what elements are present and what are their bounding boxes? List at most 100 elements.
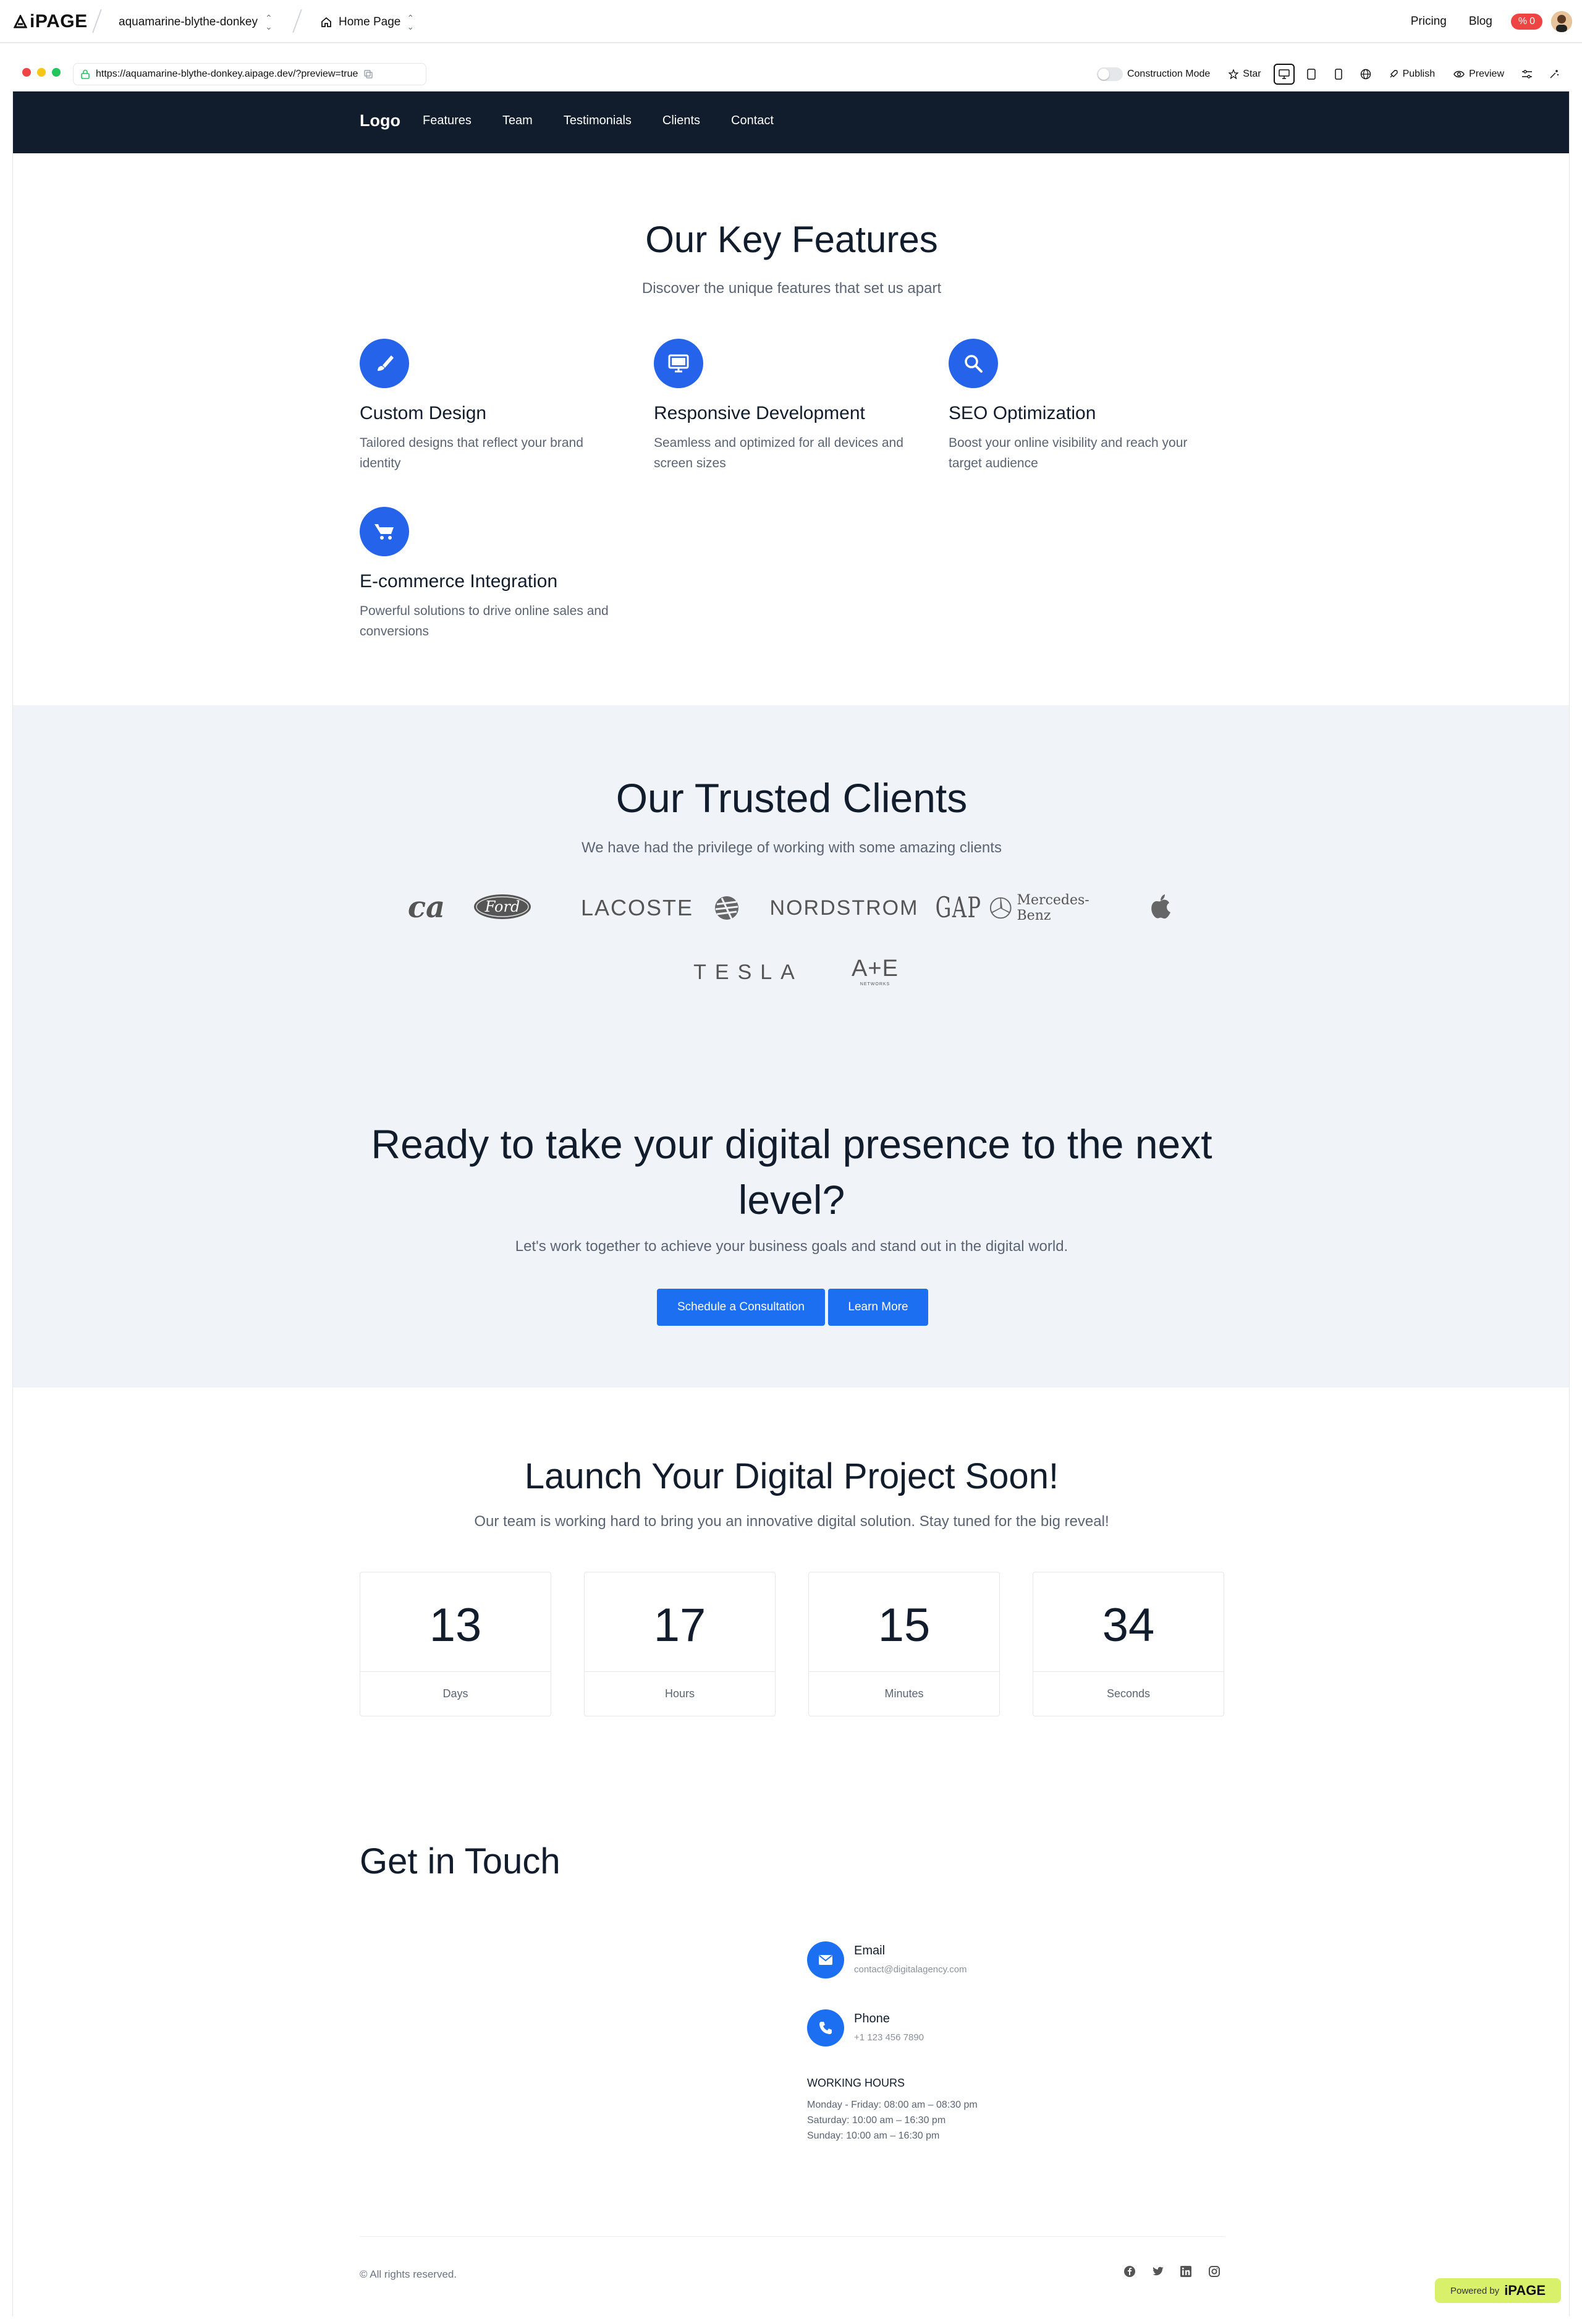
search-icon (949, 339, 998, 388)
countdown-label: Hours (664, 1687, 695, 1700)
feature-title: Custom Design (360, 403, 487, 423)
nav-contact[interactable]: Contact (731, 114, 774, 128)
learn-more-button[interactable]: Learn More (828, 1289, 928, 1326)
blog-link[interactable]: Blog (1469, 15, 1492, 28)
twitter-icon[interactable] (1150, 2263, 1166, 2279)
app-logo[interactable]: iPAGE (14, 11, 88, 32)
site-navbar: Logo Features Team Testimonials Clients … (13, 91, 1569, 153)
facebook-icon[interactable] (1122, 2263, 1138, 2279)
url-text: https://aquamarine-blythe-donkey.aipage.… (96, 69, 358, 79)
preview-button[interactable]: Preview (1447, 64, 1510, 85)
aipage-logo-icon (14, 15, 27, 28)
feature-title: E-commerce Integration (360, 571, 558, 592)
site-logo[interactable]: Logo (360, 111, 400, 130)
credits-count: 0 (1529, 16, 1535, 27)
client-logo-gap: GAP (935, 891, 982, 924)
contact-email: Email contact@digitalagency.com (807, 1941, 967, 1978)
client-logo-tesla: TESLA (693, 960, 803, 984)
nav-team[interactable]: Team (502, 114, 533, 128)
publish-button[interactable]: Publish (1382, 64, 1441, 85)
star-icon (1229, 69, 1239, 79)
schedule-consultation-button[interactable]: Schedule a Consultation (657, 1289, 825, 1326)
paintbrush-icon (360, 339, 409, 388)
page-name: Home Page (339, 15, 401, 28)
email-value[interactable]: contact@digitalagency.com (854, 1964, 967, 1975)
phone-icon (807, 2009, 844, 2046)
client-logo-ca: ca (407, 890, 446, 925)
features-title: Our Key Features (645, 219, 938, 260)
app-logo-text: iPAGE (30, 11, 88, 32)
svg-text:Ford: Ford (484, 898, 520, 915)
hours-sunday: Sunday: 10:00 am – 16:30 pm (807, 2131, 940, 2141)
window-close-dot[interactable] (22, 68, 31, 77)
phone-value[interactable]: +1 123 456 7890 (854, 2032, 924, 2043)
cta-title: Ready to take your digital presence to t… (371, 1121, 1212, 1223)
contact-title: Get in Touch (360, 1841, 560, 1881)
percent-icon: % (1518, 16, 1528, 27)
launch-subtitle: Our team is working hard to bring you an… (474, 1513, 1109, 1530)
project-selector[interactable]: aquamarine-blythe-donkey ⌃ ⌄ (119, 14, 273, 31)
monitor-icon (654, 339, 703, 388)
user-avatar[interactable] (1551, 11, 1572, 32)
site-menu: Features Team Testimonials Clients Conta… (423, 114, 774, 128)
desktop-view-button[interactable] (1273, 64, 1295, 85)
feature-card: SEO Optimization Boost your online visib… (949, 339, 1220, 473)
cta-subtitle: Let's work together to achieve your busi… (515, 1238, 1068, 1255)
feature-title: SEO Optimization (949, 403, 1096, 423)
mobile-view-button[interactable] (1328, 64, 1349, 85)
home-icon (321, 17, 331, 27)
linkedin-icon[interactable] (1178, 2263, 1194, 2279)
star-button[interactable]: Star (1222, 64, 1267, 85)
client-logo-ae-networks: A+E NETWORKS (852, 956, 899, 986)
powered-by-brand: iPAGE (1504, 2283, 1546, 2298)
settings-button[interactable] (1516, 64, 1538, 85)
tablet-icon (1306, 69, 1316, 80)
page-selector[interactable]: Home Page ⌃ ⌄ (320, 14, 414, 31)
divider (92, 9, 102, 33)
copy-icon[interactable] (364, 70, 373, 78)
url-bar[interactable]: https://aquamarine-blythe-donkey.aipage.… (73, 63, 426, 85)
email-label: Email (854, 1944, 886, 1957)
magic-button[interactable] (1544, 64, 1565, 85)
countdown-value: 34 (1102, 1599, 1155, 1652)
apple-logo-icon (1147, 891, 1174, 922)
window-maximize-dot[interactable] (52, 68, 61, 77)
pricing-link[interactable]: Pricing (1411, 15, 1447, 28)
project-name: aquamarine-blythe-donkey (119, 15, 258, 28)
footer-divider (360, 2236, 1225, 2237)
working-hours-title: WORKING HOURS (807, 2077, 905, 2089)
credits-badge[interactable]: % 0 (1510, 14, 1542, 30)
site-preview: Logo Features Team Testimonials Clients … (12, 91, 1570, 2317)
feature-card: Responsive Development Seamless and opti… (654, 339, 926, 473)
tablet-view-button[interactable] (1301, 64, 1322, 85)
clients-subtitle: We have had the privilege of working wit… (582, 839, 1002, 856)
powered-by-badge[interactable]: Powered by iPAGE (1435, 2278, 1561, 2303)
footer-copyright: © All rights reserved. (360, 2268, 457, 2280)
envelope-icon (807, 1941, 844, 1978)
toggle-switch[interactable] (1096, 67, 1123, 81)
nav-features[interactable]: Features (423, 114, 472, 128)
feature-card: Custom Design Tailored designs that refl… (360, 339, 632, 473)
nav-testimonials[interactable]: Testimonials (564, 114, 632, 128)
countdown-value: 15 (878, 1599, 931, 1652)
eye-icon (1453, 70, 1465, 78)
construction-mode-toggle[interactable]: Construction Mode (1091, 64, 1216, 85)
construction-mode-label: Construction Mode (1127, 69, 1211, 79)
window-minimize-dot[interactable] (37, 68, 46, 77)
client-logo-mercedes: Mercedes-Benz (989, 893, 1119, 923)
clients-title: Our Trusted Clients (615, 775, 968, 821)
countdown-hours: 17 Hours (584, 1572, 776, 1716)
publish-label: Publish (1402, 69, 1436, 79)
client-logo-nordstrom: NORDSTROM (769, 896, 919, 920)
client-logo-ford: Ford (473, 893, 532, 921)
instagram-icon[interactable] (1206, 2263, 1222, 2279)
nav-clients[interactable]: Clients (662, 114, 700, 128)
globe-icon (1360, 69, 1371, 80)
countdown-seconds: 34 Seconds (1033, 1572, 1224, 1716)
countdown-label: Days (442, 1687, 468, 1700)
rocket-icon (1390, 70, 1398, 78)
launch-title: Launch Your Digital Project Soon! (524, 1456, 1059, 1496)
client-logo-lacoste: LACOSTE (580, 895, 694, 920)
feature-card: E-commerce Integration Powerful solution… (360, 507, 632, 642)
globe-button[interactable] (1355, 64, 1376, 85)
